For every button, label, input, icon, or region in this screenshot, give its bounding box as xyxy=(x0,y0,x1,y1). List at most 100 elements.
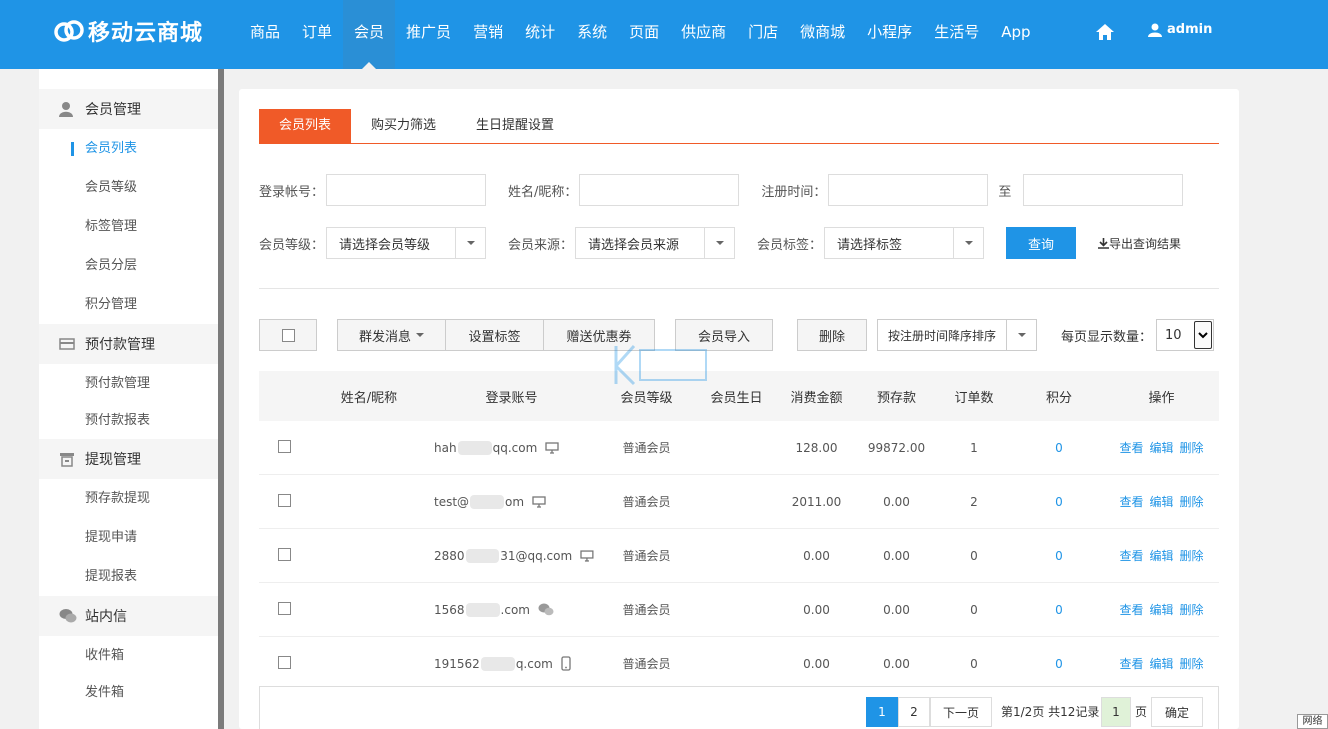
select-all-checkbox[interactable] xyxy=(259,319,317,351)
sidebar-item-0-0[interactable]: 会员列表 xyxy=(39,129,220,168)
sidebar-item-0-2[interactable]: 标签管理 xyxy=(39,207,220,246)
delete-link[interactable]: 删除 xyxy=(1180,549,1204,563)
sidebar-item-1-1[interactable]: 预付款报表 xyxy=(39,403,220,439)
edit-link[interactable]: 编辑 xyxy=(1149,495,1173,509)
sidebar-item-0-3[interactable]: 会员分层 xyxy=(39,246,220,285)
sidebar-item-0-1[interactable]: 会员等级 xyxy=(39,168,220,207)
set-tag-button[interactable]: 设置标签 xyxy=(445,319,544,351)
nav-item-1[interactable]: 订单 xyxy=(291,0,343,69)
user-menu[interactable]: admin xyxy=(1148,22,1212,37)
to-label: 至 xyxy=(998,184,1012,200)
page-1-button[interactable]: 1 xyxy=(866,697,898,727)
view-link[interactable]: 查看 xyxy=(1119,549,1143,563)
cell-points[interactable]: 0 xyxy=(1014,441,1104,455)
level-select[interactable]: 请选择会员等级 xyxy=(326,227,487,259)
next-page-button[interactable]: 下一页 xyxy=(930,697,992,727)
edit-link[interactable]: 编辑 xyxy=(1149,441,1173,455)
per-page-select[interactable]: 10 xyxy=(1156,319,1215,351)
nav-item-7[interactable]: 页面 xyxy=(618,0,670,69)
sidebar-item-2-2[interactable]: 提现报表 xyxy=(39,557,220,596)
nav-item-10[interactable]: 微商城 xyxy=(789,0,856,69)
nav-item-6[interactable]: 系统 xyxy=(566,0,618,69)
confirm-button[interactable]: 确定 xyxy=(1151,697,1203,727)
row-checkbox[interactable] xyxy=(259,547,309,564)
view-link[interactable]: 查看 xyxy=(1119,441,1143,455)
delete-link[interactable]: 删除 xyxy=(1180,441,1204,455)
tab-0[interactable]: 会员列表 xyxy=(259,109,352,143)
nav-item-9[interactable]: 门店 xyxy=(737,0,789,69)
sidebar-group-label: 会员管理 xyxy=(85,102,141,118)
sidebar-item-2-1[interactable]: 提现申请 xyxy=(39,518,220,557)
cell-spend: 128.00 xyxy=(795,440,838,455)
sidebar-item-2-0[interactable]: 预存款提现 xyxy=(39,479,220,518)
page-2-button[interactable]: 2 xyxy=(898,697,930,727)
sidebar-group-2[interactable]: 提现管理 xyxy=(39,439,220,479)
edit-link[interactable]: 编辑 xyxy=(1149,549,1173,563)
edit-link[interactable]: 编辑 xyxy=(1149,657,1173,671)
nav-item-13[interactable]: App xyxy=(990,0,1041,69)
sidebar-group-1[interactable]: 预付款管理 xyxy=(39,324,220,364)
row-checkbox[interactable] xyxy=(259,601,309,618)
cell-points[interactable]: 0 xyxy=(1014,495,1104,509)
edit-link[interactable]: 编辑 xyxy=(1149,603,1173,617)
export-link-label: 导出查询结果 xyxy=(1109,236,1182,251)
column-header: 会员等级 xyxy=(620,390,673,406)
user-icon xyxy=(59,101,75,117)
delete-link[interactable]: 删除 xyxy=(1180,657,1204,671)
sidebar-item-0-4[interactable]: 积分管理 xyxy=(39,285,220,324)
sidebar-item-1-0[interactable]: 预付款管理 xyxy=(39,364,220,403)
home-icon[interactable] xyxy=(1095,23,1115,41)
sidebar-item-3-0[interactable]: 收件箱 xyxy=(39,636,220,675)
view-link[interactable]: 查看 xyxy=(1119,603,1143,617)
delete-button[interactable]: 删除 xyxy=(797,319,867,351)
view-link[interactable]: 查看 xyxy=(1119,657,1143,671)
reg-start-input[interactable] xyxy=(828,174,989,206)
column-header: 姓名/昵称 xyxy=(340,390,398,406)
cell-deposit: 0.00 xyxy=(883,656,910,671)
tag-select[interactable]: 请选择标签 xyxy=(824,227,985,259)
nav-item-11[interactable]: 小程序 xyxy=(856,0,923,69)
column-header: 消费金额 xyxy=(790,390,843,406)
nav-item-12[interactable]: 生活号 xyxy=(923,0,990,69)
name-input[interactable] xyxy=(579,174,740,206)
delete-link[interactable]: 删除 xyxy=(1180,603,1204,617)
tab-1[interactable]: 购买力筛选 xyxy=(351,109,456,143)
row-checkbox[interactable] xyxy=(259,439,309,456)
sidebar-item-3-1[interactable]: 发件箱 xyxy=(39,675,220,711)
desktop-icon xyxy=(545,441,559,454)
mobile-icon xyxy=(561,656,571,671)
sort-select[interactable]: 按注册时间降序排序 xyxy=(877,319,1037,351)
reg-end-input[interactable] xyxy=(1023,174,1184,206)
nav-item-8[interactable]: 供应商 xyxy=(670,0,737,69)
card-icon xyxy=(59,336,75,352)
jump-page-input[interactable]: 1 xyxy=(1101,697,1131,727)
nav-item-3[interactable]: 推广员 xyxy=(395,0,462,69)
group-message-button[interactable]: 群发消息 xyxy=(337,319,446,351)
sidebar-scrollbar[interactable] xyxy=(218,69,224,729)
network-tag: 网络 xyxy=(1297,714,1328,729)
nav-item-5[interactable]: 统计 xyxy=(514,0,566,69)
login-input[interactable] xyxy=(326,174,487,206)
table-body: hah qq.com 普通会员 128.00 99872.00 1 0 查看 编辑 删除 test@… xyxy=(259,421,1219,691)
cell-points[interactable]: 0 xyxy=(1014,549,1104,563)
cell-account: hah qq.com xyxy=(429,440,594,455)
account-prefix: 1568 xyxy=(434,602,465,617)
cell-points[interactable]: 0 xyxy=(1014,603,1104,617)
sidebar-group-3[interactable]: 站内信 xyxy=(39,596,220,636)
view-link[interactable]: 查看 xyxy=(1119,495,1143,509)
nav-item-2[interactable]: 会员 xyxy=(343,0,396,69)
sidebar-group-0[interactable]: 会员管理 xyxy=(39,89,220,129)
nav-item-0[interactable]: 商品 xyxy=(239,0,291,69)
export-link[interactable]: 导出查询结果 xyxy=(1098,235,1181,252)
cell-points[interactable]: 0 xyxy=(1014,657,1104,671)
delete-link[interactable]: 删除 xyxy=(1180,495,1204,509)
source-select[interactable]: 请选择会员来源 xyxy=(575,227,736,259)
nav-item-4[interactable]: 营销 xyxy=(462,0,514,69)
cell-deposit: 0.00 xyxy=(883,494,910,509)
query-button[interactable]: 查询 xyxy=(1006,227,1077,259)
row-checkbox[interactable] xyxy=(259,493,309,510)
table-toolbar: 群发消息 设置标签 赠送优惠券 会员导入 删除 按注册时间降序排序 每页显示数量… xyxy=(259,319,1219,351)
tab-2[interactable]: 生日提醒设置 xyxy=(456,109,574,143)
brand-logo[interactable]: 移动云商城 xyxy=(54,15,203,47)
row-checkbox[interactable] xyxy=(259,655,309,672)
